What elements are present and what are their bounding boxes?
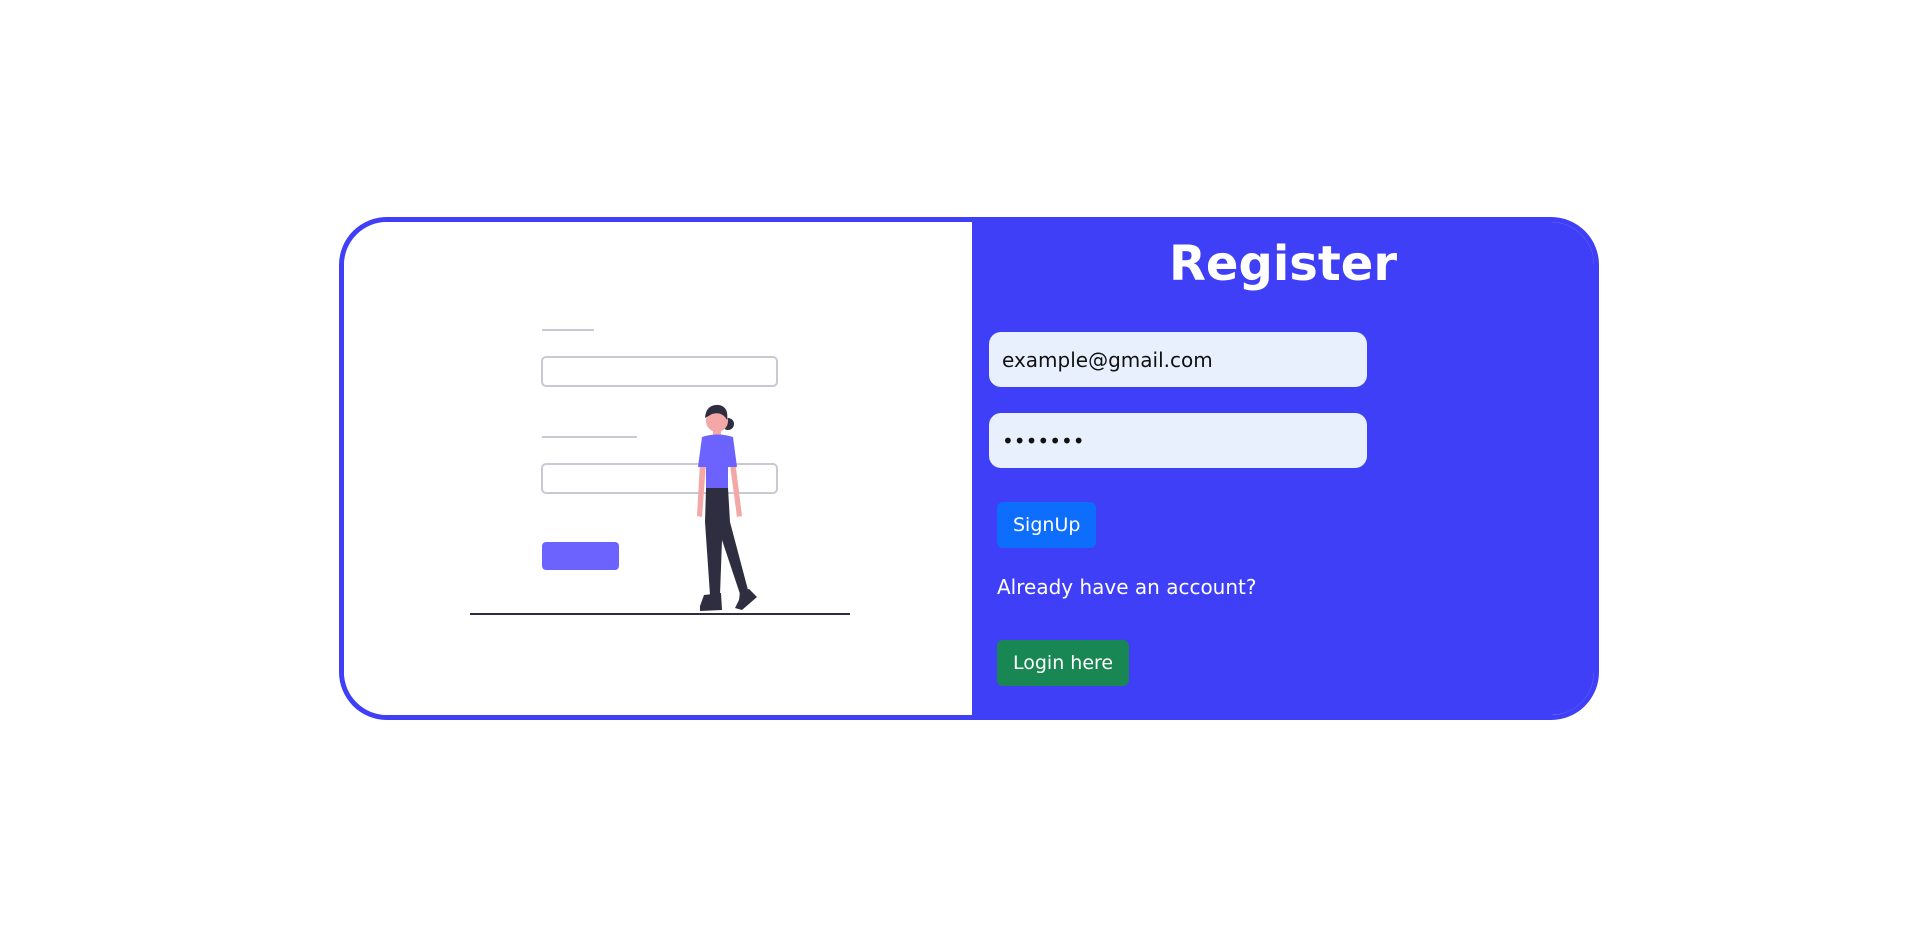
password-field[interactable] — [989, 413, 1367, 468]
email-field[interactable] — [989, 332, 1367, 387]
login-here-button[interactable]: Login here — [997, 640, 1130, 686]
illustration-input-2 — [541, 463, 778, 494]
signup-button[interactable]: SignUp — [997, 502, 1097, 548]
person-figure — [697, 404, 757, 611]
already-have-account-text: Already have an account? — [997, 575, 1257, 599]
illustration-button — [542, 542, 619, 570]
illustration-input-1 — [541, 356, 778, 387]
login-illustration — [470, 329, 850, 615]
register-title: Register — [1168, 236, 1398, 292]
register-card: Register SignUp Already have an account?… — [339, 217, 1599, 720]
register-form-panel: Register SignUp Already have an account?… — [972, 222, 1594, 715]
illustration-panel — [344, 222, 972, 715]
